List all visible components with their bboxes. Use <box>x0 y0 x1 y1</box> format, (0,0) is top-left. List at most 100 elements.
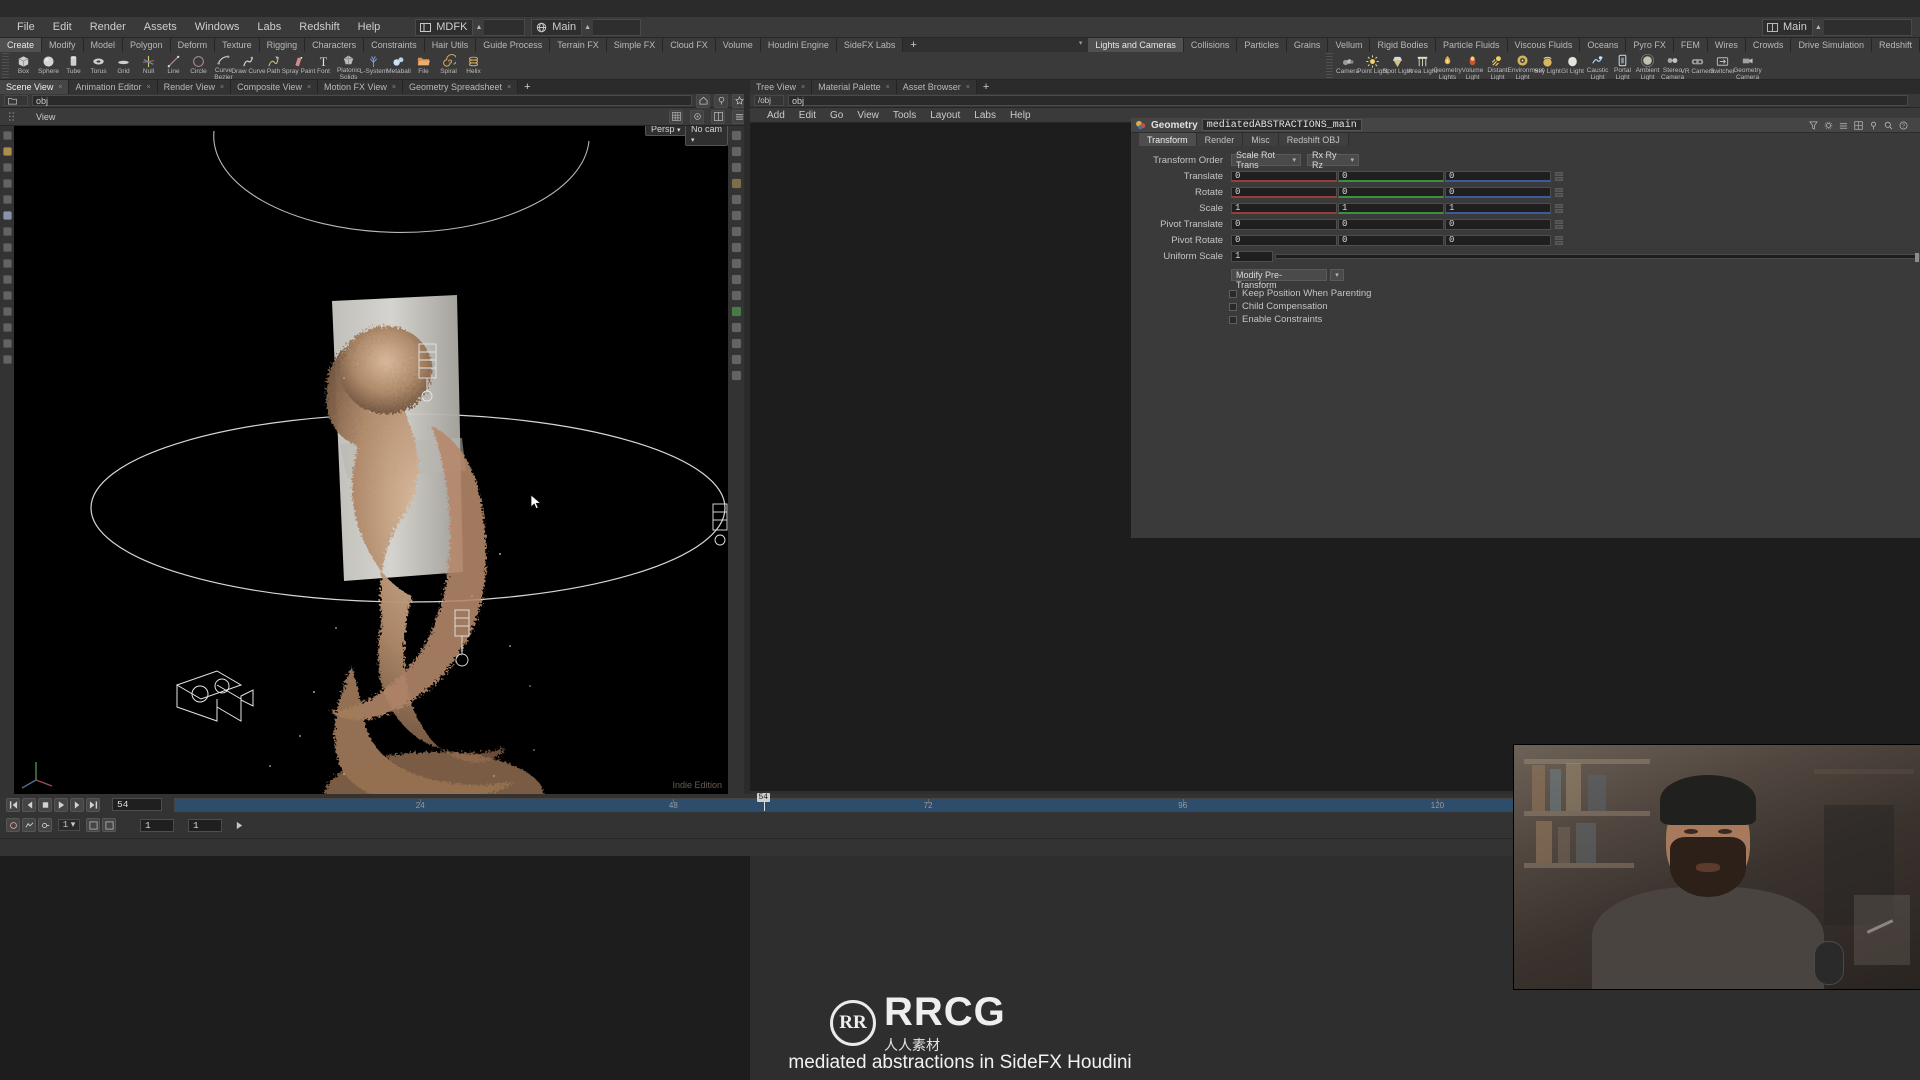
menu-redshift[interactable]: Redshift <box>290 17 348 38</box>
network-menu-labs[interactable]: Labs <box>967 108 1003 123</box>
shelf-tab-oceans[interactable]: Oceans <box>1580 38 1627 52</box>
checkbox-keep-position-when-parenting[interactable] <box>1229 289 1237 298</box>
stop-button[interactable] <box>38 797 52 812</box>
network-menu-add[interactable]: Add <box>760 108 792 123</box>
shelf-tab-wires[interactable]: Wires <box>1707 38 1746 52</box>
param-field-pivot-translate-y[interactable]: 0 <box>1338 218 1444 230</box>
shelf-tab-crowds[interactable]: Crowds <box>1745 38 1792 52</box>
close-icon[interactable]: × <box>58 84 62 91</box>
shelf-tool-distant-light[interactable]: Distant Light <box>1485 52 1510 80</box>
main-selector[interactable]: Main ▲ <box>531 18 642 36</box>
param-field-translate-y[interactable]: 0 <box>1338 170 1444 182</box>
jump-end-button[interactable] <box>86 797 100 812</box>
param-tab-redshift-obj[interactable]: Redshift OBJ <box>1278 133 1349 146</box>
rotate-order-dropdown[interactable]: Rx Ry Rz ▾ <box>1307 150 1359 170</box>
shelf-tab-particle-fluids[interactable]: Particle Fluids <box>1435 38 1508 52</box>
handles-icon[interactable] <box>730 369 743 382</box>
scope-channels-button[interactable] <box>22 818 36 832</box>
shelf-tab-pyro-fx[interactable]: Pyro FX <box>1626 38 1674 52</box>
current-frame-field[interactable]: 54 <box>112 798 162 811</box>
param-stepper-pivot-translate[interactable] <box>1555 219 1563 229</box>
shelf-tool-line[interactable]: Line <box>161 52 186 80</box>
move-icon[interactable] <box>1 161 13 173</box>
display-opts-icon[interactable] <box>730 225 743 238</box>
shelf-tool-spray-paint[interactable]: Spray Paint <box>282 52 315 80</box>
param-list-icon[interactable] <box>1838 120 1849 131</box>
main-spinner[interactable]: ▲ <box>581 18 594 36</box>
shelf-tool-portal-light[interactable]: Portal Light <box>1610 52 1635 80</box>
shelf-tool-path[interactable]: Path <box>261 52 286 80</box>
menu-assets[interactable]: Assets <box>135 17 186 38</box>
bg-image-icon[interactable] <box>730 321 743 334</box>
viewport-grid-toggle-icon[interactable] <box>669 109 683 124</box>
param-stepper-scale[interactable] <box>1555 203 1563 213</box>
close-icon[interactable]: × <box>507 84 511 91</box>
tab-animation-editor[interactable]: Animation Editor × <box>69 80 158 94</box>
viewport-grip-icon[interactable] <box>4 110 18 124</box>
param-field-pivot-rotate-y[interactable]: 0 <box>1338 234 1444 246</box>
scene-viewport[interactable]: Persp ▾ No cam ▾ Indie Edition <box>14 126 728 794</box>
param-tab-render[interactable]: Render <box>1196 133 1244 146</box>
shelf-tool-box[interactable]: Box <box>11 52 36 80</box>
range-start-field[interactable]: 1 <box>140 818 174 832</box>
param-field-pivot-translate-x[interactable]: 0 <box>1231 218 1337 230</box>
shelf-tool-stereo-camera[interactable]: Stereo Camera <box>1660 52 1685 80</box>
shelf-tab-drive-simulation[interactable]: Drive Simulation <box>1791 38 1872 52</box>
shelf-tab-volume[interactable]: Volume <box>715 38 761 52</box>
shelf-tab-characters[interactable]: Characters <box>305 38 365 52</box>
network-menu-help[interactable]: Help <box>1003 108 1038 123</box>
shelf-tab-sidefx-labs[interactable]: SideFX Labs <box>836 38 904 52</box>
network-menu-go[interactable]: Go <box>823 108 850 123</box>
right-desktop-selector[interactable]: Main ▲ <box>1762 18 1912 36</box>
guide-icon[interactable] <box>730 353 743 366</box>
shelf-tool-curve-bezier[interactable]: Curve Bezier <box>211 52 236 80</box>
shelf-tool-platonic-solids[interactable]: Platonic Solids <box>336 52 361 80</box>
shelf-tab-cloud-fx[interactable]: Cloud FX <box>663 38 716 52</box>
param-field-scale-z[interactable]: 1 <box>1445 202 1551 214</box>
menu-windows[interactable]: Windows <box>186 17 249 38</box>
param-field-pivot-translate-z[interactable]: 0 <box>1445 218 1551 230</box>
menu-labs[interactable]: Labs <box>248 17 290 38</box>
construct-icon[interactable] <box>730 193 743 206</box>
shelf-tool-caustic-light[interactable]: Caustic Light <box>1585 52 1610 80</box>
wire-icon[interactable] <box>730 273 743 286</box>
uniform-scale-field[interactable]: 1 <box>1231 250 1273 262</box>
shelf-tab-simple-fx[interactable]: Simple FX <box>606 38 664 52</box>
jump-start-button[interactable] <box>6 797 20 812</box>
prim-snap-icon[interactable] <box>730 161 743 174</box>
shelf-tool-vr-camera[interactable]: VR Camera <box>1681 52 1714 80</box>
desktop-spinner[interactable]: ▲ <box>472 18 485 36</box>
autokey-button[interactable] <box>6 818 20 832</box>
shelf-tool-geometry-lights[interactable]: Geometry Lights <box>1433 52 1462 80</box>
shelf-tool-area-light[interactable]: Area Light <box>1408 52 1437 80</box>
shelf-add-tab-button[interactable]: + <box>903 38 924 52</box>
shelf-tool-spot-light[interactable]: Spot Light <box>1383 52 1412 80</box>
pane-divider-vertical[interactable] <box>744 94 750 794</box>
param-filter-icon[interactable] <box>1808 120 1819 131</box>
close-icon[interactable]: × <box>307 84 311 91</box>
shelf-tab-lights-and-cameras[interactable]: Lights and Cameras <box>1088 38 1184 52</box>
shelf-tab-polygon[interactable]: Polygon <box>123 38 171 52</box>
shelf-tool-grid[interactable]: Grid <box>111 52 136 80</box>
shelf-tab-modify[interactable]: Modify <box>42 38 84 52</box>
close-icon[interactable]: × <box>147 84 151 91</box>
shelf-tool-file[interactable]: File <box>411 52 436 80</box>
shelf-tool-null[interactable]: Null <box>136 52 161 80</box>
shading-icon[interactable] <box>730 241 743 254</box>
param-stepper-rotate[interactable] <box>1555 187 1563 197</box>
shelf-tool-font[interactable]: T Font <box>311 52 336 80</box>
grid-snap-icon[interactable] <box>730 129 743 142</box>
shelf-tab-texture[interactable]: Texture <box>215 38 260 52</box>
shelf-tool-metaball[interactable]: Metaball <box>386 52 411 80</box>
shelf-tool-camera[interactable]: Camera <box>1335 52 1360 80</box>
tab-motion-fx-view[interactable]: Motion FX View × <box>318 80 403 94</box>
view-icon[interactable] <box>1 273 13 285</box>
range-end-field[interactable]: 1 <box>188 818 222 832</box>
checkbox-enable-constraints[interactable] <box>1229 315 1237 324</box>
param-field-scale-y[interactable]: 1 <box>1338 202 1444 214</box>
close-icon[interactable]: × <box>220 84 224 91</box>
param-field-translate-z[interactable]: 0 <box>1445 170 1551 182</box>
param-tab-transform[interactable]: Transform <box>1139 133 1197 146</box>
close-icon[interactable]: × <box>886 84 890 91</box>
shelf-tab-grains[interactable]: Grains <box>1286 38 1329 52</box>
